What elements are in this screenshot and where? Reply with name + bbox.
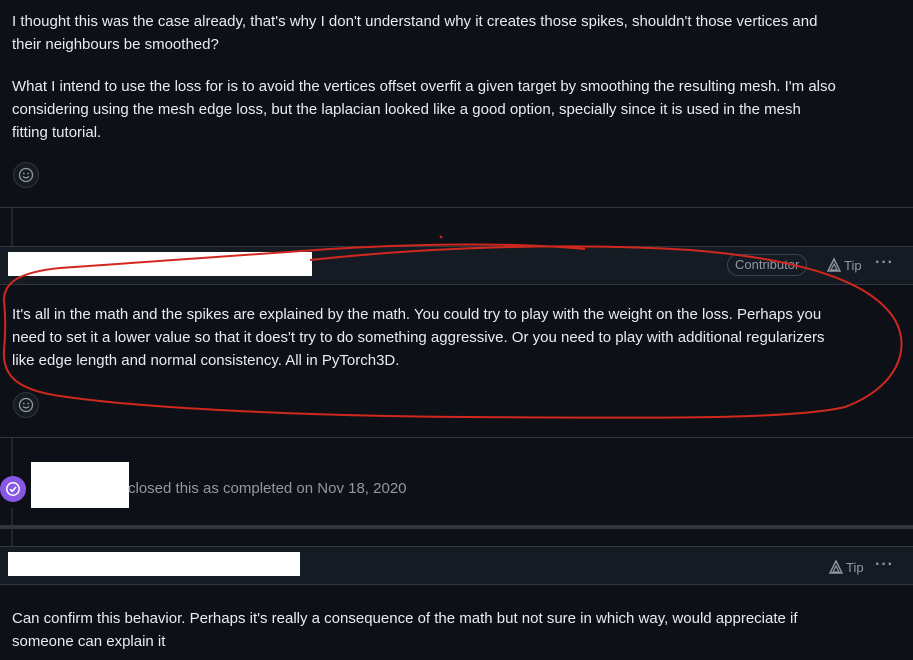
comment-text-line: It's all in the math and the spikes are … <box>12 306 822 323</box>
tip-button[interactable]: Tip <box>828 559 864 575</box>
closed-event-badge <box>0 476 26 502</box>
comment-text-line: someone can explain it <box>12 633 166 650</box>
redacted-author <box>8 252 312 276</box>
smiley-icon <box>18 397 34 413</box>
redacted-author <box>8 552 300 576</box>
tip-label: Tip <box>846 559 864 575</box>
timeline-connector <box>11 208 13 248</box>
timeline-connector <box>11 438 13 478</box>
more-options-button[interactable]: ··· <box>875 254 894 272</box>
comment-text-line: considering using the mesh edge loss, bu… <box>12 101 801 118</box>
tip-button[interactable]: Tip <box>826 257 862 273</box>
add-reaction-button[interactable] <box>13 392 39 418</box>
comment-text-line: I thought this was the case already, tha… <box>12 13 818 30</box>
tip-label: Tip <box>844 257 862 273</box>
comment-text-line: need to set it a lower value so that it … <box>12 329 825 346</box>
timeline-connector <box>11 529 13 547</box>
comment-text-line: like edge length and normal consistency.… <box>12 352 400 369</box>
comment-divider <box>0 207 913 208</box>
check-circle-icon <box>6 482 20 496</box>
comment-1-paragraph-2: What I intend to use the loss for is to … <box>12 75 907 144</box>
comment-text-line: Can confirm this behavior. Perhaps it's … <box>12 610 798 627</box>
smiley-icon <box>18 167 34 183</box>
comment-text-line: What I intend to use the loss for is to … <box>12 78 836 95</box>
comment-text-line: their neighbours be smoothed? <box>12 36 219 53</box>
comment-1-paragraph-1: I thought this was the case already, tha… <box>12 10 907 56</box>
contributor-badge: Contributor <box>727 254 808 276</box>
comment-3-body: Can confirm this behavior. Perhaps it's … <box>12 607 907 653</box>
closed-event-text: closed this as completed on Nov 18, 2020 <box>128 480 407 497</box>
comment-divider <box>0 437 913 438</box>
triangle-ruler-icon <box>826 257 842 272</box>
redacted-actor <box>31 462 129 508</box>
timeline-connector <box>11 508 13 526</box>
comment-text-line: fitting tutorial. <box>12 124 102 141</box>
add-reaction-button[interactable] <box>13 162 39 188</box>
triangle-ruler-icon <box>828 559 844 574</box>
timeline-break <box>0 525 913 529</box>
more-options-button[interactable]: ··· <box>875 556 894 574</box>
comment-2-body: It's all in the math and the spikes are … <box>12 303 907 372</box>
